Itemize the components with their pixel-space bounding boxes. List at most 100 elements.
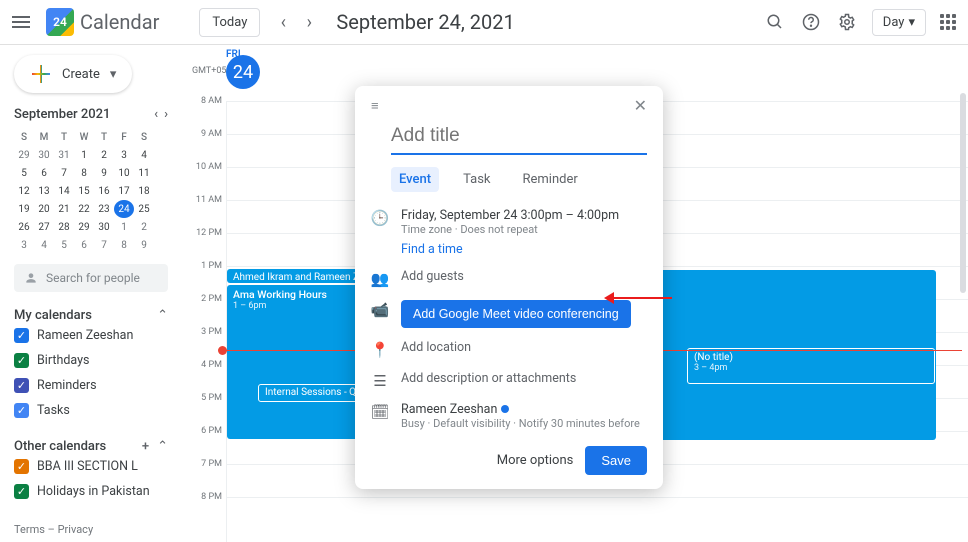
mini-calendar[interactable]: SMTWTFS293031123456789101112131415161718… — [14, 128, 168, 254]
calendar-item[interactable]: ✓ Rameen Zeeshan — [14, 323, 168, 348]
event-title-input[interactable] — [391, 121, 647, 155]
help-icon[interactable] — [800, 11, 822, 33]
location-icon: 📍 — [371, 341, 389, 359]
hour-label: 10 AM — [188, 162, 222, 172]
tab-reminder[interactable]: Reminder — [515, 167, 586, 192]
calendar-item[interactable]: ✓ Birthdays — [14, 348, 168, 373]
mini-day[interactable]: 28 — [54, 218, 74, 236]
mini-day[interactable]: 3 — [14, 236, 34, 254]
event-no-title[interactable]: (No title) 3 – 4pm — [687, 348, 935, 384]
mini-day[interactable]: 18 — [134, 182, 154, 200]
mini-day[interactable]: 30 — [34, 146, 54, 164]
mini-day[interactable]: 2 — [134, 218, 154, 236]
mini-day[interactable]: 7 — [54, 164, 74, 182]
close-icon[interactable]: ✕ — [634, 96, 647, 115]
mini-day[interactable]: 1 — [74, 146, 94, 164]
mini-day[interactable]: 4 — [134, 146, 154, 164]
find-time-link[interactable]: Find a time — [401, 242, 647, 257]
mini-day[interactable]: 6 — [74, 236, 94, 254]
checkbox-icon[interactable]: ✓ — [14, 459, 29, 474]
add-location-button[interactable]: Add location — [401, 340, 647, 355]
chevron-up-icon: ⌃ — [157, 439, 168, 454]
plus-icon — [30, 63, 52, 85]
mini-day[interactable]: 25 — [134, 200, 154, 218]
mini-day[interactable]: 1 — [114, 218, 134, 236]
add-meet-button[interactable]: Add Google Meet video conferencing — [401, 300, 631, 328]
event-owner: Rameen Zeeshan — [401, 402, 497, 417]
calendar-item[interactable]: ✓ Holidays in Pakistan — [14, 479, 168, 504]
mini-day[interactable]: 30 — [94, 218, 114, 236]
day-number[interactable]: 24 — [226, 55, 260, 89]
settings-icon[interactable] — [836, 11, 858, 33]
add-calendar-icon[interactable]: + — [142, 439, 149, 454]
tab-event[interactable]: Event — [391, 167, 439, 192]
create-button[interactable]: Create ▾ — [14, 55, 132, 93]
other-calendars-toggle[interactable]: Other calendars +⌃ — [14, 439, 168, 454]
add-description-button[interactable]: Add description or attachments — [401, 371, 647, 386]
checkbox-icon[interactable]: ✓ — [14, 378, 29, 393]
privacy-link[interactable]: Privacy — [58, 523, 94, 536]
mini-day[interactable]: 24 — [114, 200, 134, 218]
mini-day[interactable]: 22 — [74, 200, 94, 218]
checkbox-icon[interactable]: ✓ — [14, 403, 29, 418]
calendar-item[interactable]: ✓ Tasks — [14, 398, 168, 423]
mini-day[interactable]: 31 — [54, 146, 74, 164]
mini-day[interactable]: 23 — [94, 200, 114, 218]
terms-link[interactable]: Terms — [14, 523, 45, 536]
app-header: 24 Calendar Today ‹ › September 24, 2021… — [0, 0, 968, 45]
checkbox-icon[interactable]: ✓ — [14, 353, 29, 368]
event-visibility-info: Busy · Default visibility · Notify 30 mi… — [401, 417, 647, 430]
main-menu-icon[interactable] — [12, 10, 36, 34]
mini-day[interactable]: 11 — [134, 164, 154, 182]
mini-day[interactable]: 26 — [14, 218, 34, 236]
mini-day[interactable]: 15 — [74, 182, 94, 200]
mini-day[interactable]: 9 — [134, 236, 154, 254]
calendar-item[interactable]: ✓ Reminders — [14, 373, 168, 398]
mini-day[interactable]: 6 — [34, 164, 54, 182]
scrollbar[interactable] — [960, 93, 966, 293]
mini-day[interactable]: 4 — [34, 236, 54, 254]
mini-day[interactable]: 7 — [94, 236, 114, 254]
mini-day[interactable]: 14 — [54, 182, 74, 200]
prev-day-button[interactable]: ‹ — [270, 9, 296, 35]
hour-label: 8 AM — [188, 96, 222, 106]
google-apps-icon[interactable] — [940, 14, 956, 30]
mini-day[interactable]: 29 — [14, 146, 34, 164]
tab-task[interactable]: Task — [455, 167, 498, 192]
mini-day[interactable]: 9 — [94, 164, 114, 182]
mini-day[interactable]: 5 — [14, 164, 34, 182]
drag-handle-icon[interactable]: ≡ — [371, 98, 381, 114]
mini-day[interactable]: 13 — [34, 182, 54, 200]
more-options-button[interactable]: More options — [497, 453, 574, 468]
checkbox-icon[interactable]: ✓ — [14, 484, 29, 499]
my-calendars-toggle[interactable]: My calendars ⌃ — [14, 308, 168, 323]
mini-day[interactable]: 21 — [54, 200, 74, 218]
mini-day[interactable]: 10 — [114, 164, 134, 182]
mini-day[interactable]: 27 — [34, 218, 54, 236]
view-selector[interactable]: Day▾ — [872, 9, 926, 36]
event-datetime[interactable]: Friday, September 24 3:00pm – 4:00pm — [401, 208, 647, 223]
mini-day[interactable]: 29 — [74, 218, 94, 236]
save-button[interactable]: Save — [585, 446, 647, 475]
chevron-down-icon: ▾ — [908, 15, 915, 30]
mini-day[interactable]: 2 — [94, 146, 114, 164]
mini-day[interactable]: 20 — [34, 200, 54, 218]
mini-day[interactable]: 16 — [94, 182, 114, 200]
next-day-button[interactable]: › — [296, 9, 322, 35]
calendar-item[interactable]: ✓ BBA III SECTION L — [14, 454, 168, 479]
search-people-input[interactable]: Search for people — [14, 264, 168, 292]
mini-prev-month[interactable]: ‹ — [154, 107, 158, 122]
mini-day[interactable]: 8 — [74, 164, 94, 182]
hour-label: 1 PM — [188, 261, 222, 271]
mini-day[interactable]: 17 — [114, 182, 134, 200]
mini-day[interactable]: 19 — [14, 200, 34, 218]
today-button[interactable]: Today — [199, 8, 260, 37]
mini-day[interactable]: 12 — [14, 182, 34, 200]
mini-day[interactable]: 8 — [114, 236, 134, 254]
checkbox-icon[interactable]: ✓ — [14, 328, 29, 343]
search-icon[interactable] — [764, 11, 786, 33]
add-guests-button[interactable]: Add guests — [401, 269, 647, 284]
mini-day[interactable]: 3 — [114, 146, 134, 164]
mini-next-month[interactable]: › — [164, 107, 168, 122]
mini-day[interactable]: 5 — [54, 236, 74, 254]
